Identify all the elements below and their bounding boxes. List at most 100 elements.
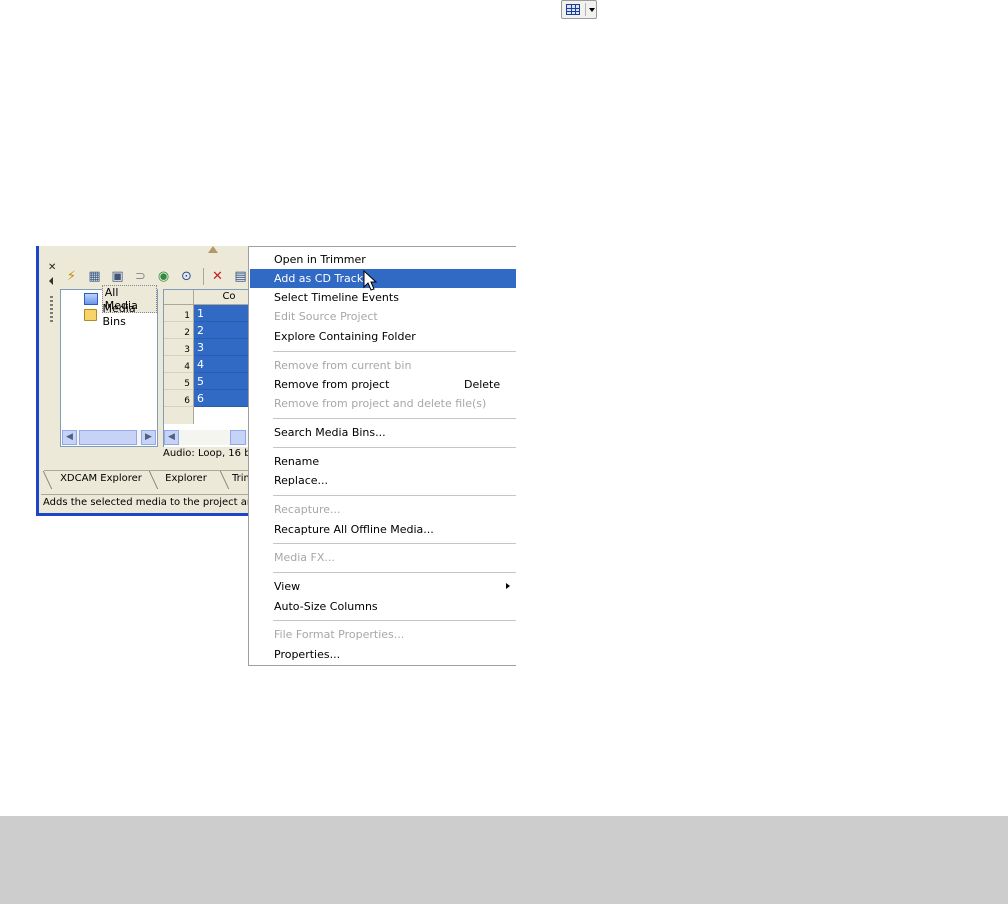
menu-item-label: Remove from project and delete file(s) [274,397,487,410]
scroll-thumb[interactable] [230,430,246,445]
menu-item-label: Search Media Bins... [274,426,386,439]
close-icon[interactable]: ✕ [48,263,56,273]
row-number: 1 [164,305,194,322]
menu-item-search-media-bins[interactable]: Search Media Bins... [250,423,516,442]
menu-separator [273,620,516,621]
media-grid: Co 1 1 2 2 3 3 4 4 5 5 6 6 ◀ [163,289,254,447]
menu-item-media-fx[interactable]: Media FX... [250,548,516,567]
row-cell[interactable]: 5 [194,373,254,390]
grid-corner [164,290,194,305]
menu-item-label: Replace... [274,474,329,487]
menu-item-file-format-properties[interactable]: File Format Properties... [250,625,516,644]
button-separator [585,3,586,16]
tree-item-media-bins[interactable]: Media Bins [84,302,157,328]
menu-item-replace[interactable]: Replace... [250,471,516,490]
grid-column-header[interactable]: Co [194,290,254,305]
menu-item-open-in-trimmer[interactable]: Open in Trimmer [250,250,516,269]
menu-item-label: Rename [274,455,320,468]
menu-item-rename[interactable]: Rename [250,452,516,471]
row-number: 6 [164,390,194,407]
table-row[interactable]: 6 6 [164,390,254,407]
scroll-left-icon[interactable]: ◀ [62,430,77,445]
row-number: 2 [164,322,194,339]
menu-item-label: Explore Containing Folder [274,330,416,343]
view-options-button[interactable] [561,0,597,19]
media-tree: All Media Media Bins ◀ ▶ [60,284,158,447]
menu-item-label: Recapture All Offline Media... [274,523,434,536]
context-menu: Open in Trimmer Add as CD Track Select T… [248,246,516,666]
folder-icon [84,308,97,321]
refresh-icon[interactable]: ◉ [155,268,172,285]
menu-item-view[interactable]: View [250,577,516,596]
scroll-right-icon[interactable]: ▶ [141,430,156,445]
menu-item-label: Add as CD Track [274,272,364,285]
tab-label: Explorer [165,473,207,484]
submenu-arrow-icon [506,583,510,589]
capture-icon[interactable]: ▣ [109,268,126,285]
menu-item-recapture-all-offline[interactable]: Recapture All Offline Media... [250,520,516,539]
menu-item-remove-and-delete[interactable]: Remove from project and delete file(s) [250,394,516,413]
add-icon[interactable]: ▤ [232,268,249,285]
footer-band [0,816,1008,904]
menu-item-label: View [274,580,301,593]
menu-item-explore-containing-folder[interactable]: Explore Containing Folder [250,327,516,346]
row-number: 3 [164,339,194,356]
table-row[interactable]: 5 5 [164,373,254,390]
menu-item-select-timeline-events[interactable]: Select Timeline Events [250,288,516,307]
menu-item-label: Remove from current bin [274,359,412,372]
mouse-pointer-icon [363,270,377,291]
menu-separator [273,495,516,496]
table-row[interactable]: 2 2 [164,322,254,339]
menu-separator [273,447,516,448]
panel-tabs: XDCAM Explorer Explorer Trim [42,470,253,489]
menu-item-label: Select Timeline Events [274,291,399,304]
scroll-left-icon[interactable]: ◀ [164,430,179,445]
table-row[interactable]: 3 3 [164,339,254,356]
row-cell[interactable]: 3 [194,339,254,356]
tab-xdcam-explorer[interactable]: XDCAM Explorer [42,471,152,489]
scroll-thumb[interactable] [79,430,137,445]
grid-hscrollbar[interactable]: ◀ [164,430,254,445]
media-info-text: Audio: Loop, 16 be [163,448,257,459]
table-row[interactable]: 1 1 [164,305,254,322]
menu-item-label: Remove from project [274,378,390,391]
get-media-icon[interactable]: ⚡ [63,268,80,285]
menu-separator [273,418,516,419]
tab-label: XDCAM Explorer [60,473,142,484]
menu-item-auto-size-columns[interactable]: Auto-Size Columns [250,597,516,616]
menu-item-edit-source-project[interactable]: Edit Source Project [250,307,516,326]
menu-item-recapture[interactable]: Recapture... [250,500,516,519]
empty-row-header [164,407,194,424]
media-icon [84,292,98,305]
menu-item-remove-from-current-bin[interactable]: Remove from current bin [250,356,516,375]
row-cell[interactable]: 1 [194,305,254,322]
view-icon[interactable]: ▦ [86,268,103,285]
status-bar: Adds the selected media to the project a… [41,494,253,511]
tab-explorer[interactable]: Explorer [148,471,216,489]
dock-grip[interactable] [50,296,53,324]
resize-grip-icon[interactable] [208,246,218,253]
menu-item-label: Open in Trimmer [274,253,366,266]
pin-icon[interactable] [49,277,53,285]
tree-hscrollbar[interactable]: ◀ ▶ [62,430,156,445]
row-cell[interactable]: 4 [194,356,254,373]
row-cell[interactable]: 6 [194,390,254,407]
search-icon[interactable]: ⊙ [178,268,195,285]
shortcut-label: Delete [464,378,501,391]
delete-icon[interactable]: ✕ [209,268,226,285]
menu-separator [273,351,516,352]
import-icon[interactable]: ⊃ [132,268,149,285]
menu-item-add-as-cd-track[interactable]: Add as CD Track [250,269,516,288]
menu-item-label: File Format Properties... [274,628,405,641]
chevron-down-icon[interactable] [589,8,595,12]
menu-item-label: Media FX... [274,551,335,564]
toolbar-separator [203,268,204,285]
row-number: 5 [164,373,194,390]
menu-item-label: Recapture... [274,503,341,516]
menu-item-remove-from-project[interactable]: Remove from project Delete [250,375,516,394]
table-row[interactable]: 4 4 [164,356,254,373]
row-cell[interactable]: 2 [194,322,254,339]
project-media-panel: ✕ ⚡ ▦ ▣ ⊃ ◉ ⊙ ✕ ▤ All Media Media Bins ◀… [36,246,257,516]
row-number: 4 [164,356,194,373]
menu-item-properties[interactable]: Properties... [250,645,516,664]
